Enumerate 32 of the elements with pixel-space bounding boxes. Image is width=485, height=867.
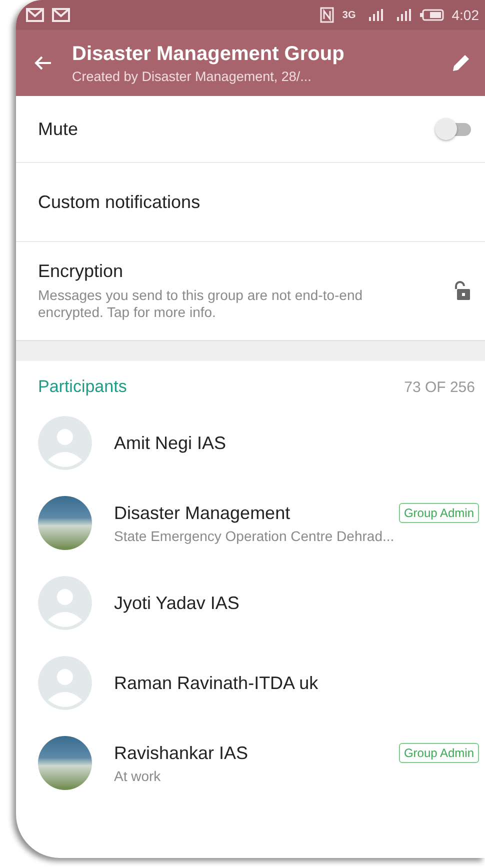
nfc-icon bbox=[320, 7, 334, 23]
back-arrow-icon[interactable] bbox=[34, 55, 52, 71]
setting-label[interactable]: Mute bbox=[38, 118, 435, 140]
admin-tag: Group Admin bbox=[398, 743, 479, 763]
group-title: Disaster Management Group bbox=[72, 42, 346, 66]
pencil-icon[interactable] bbox=[451, 53, 471, 73]
participant-name[interactable]: Jyoti Yadav IAS bbox=[114, 592, 240, 614]
avatar-icon bbox=[38, 656, 92, 710]
avatar-icon bbox=[38, 576, 92, 630]
avatar-icon bbox=[38, 416, 92, 470]
participant-name[interactable]: Amit Negi IAS bbox=[114, 432, 226, 454]
photo-placeholder bbox=[38, 736, 92, 790]
battery-icon bbox=[420, 9, 444, 21]
group-subtitle: Created by Disaster Management, 28/... bbox=[72, 68, 312, 84]
setting-label[interactable]: Custom notifications bbox=[38, 192, 471, 212]
participant-name[interactable]: Ravishankar IAS bbox=[114, 742, 248, 764]
section-title: Participants bbox=[38, 377, 127, 397]
photo-placeholder bbox=[38, 496, 92, 550]
participant-status: State Emergency Operation Centre Dehrad... bbox=[114, 528, 396, 544]
participant-name[interactable]: Disaster Management bbox=[114, 502, 290, 524]
mail-icon bbox=[52, 8, 70, 22]
mute-switch[interactable] bbox=[435, 118, 471, 140]
network-type: 3G bbox=[342, 10, 356, 20]
unlocked-padlock-icon bbox=[453, 281, 471, 301]
participant-status: At work bbox=[114, 768, 162, 784]
admin-tag: Group Admin bbox=[398, 503, 479, 523]
setting-label[interactable]: Encryption bbox=[38, 260, 453, 282]
clock: 4:02 bbox=[452, 7, 479, 23]
setting-description: Messages you send to this group are not end-to-end encrypted. Tap for more info. bbox=[38, 286, 364, 322]
participant-count: 73 OF 256 bbox=[404, 378, 475, 396]
mail-icon bbox=[26, 8, 44, 22]
participant-name[interactable]: Raman Ravinath-ITDA uk bbox=[114, 672, 318, 694]
